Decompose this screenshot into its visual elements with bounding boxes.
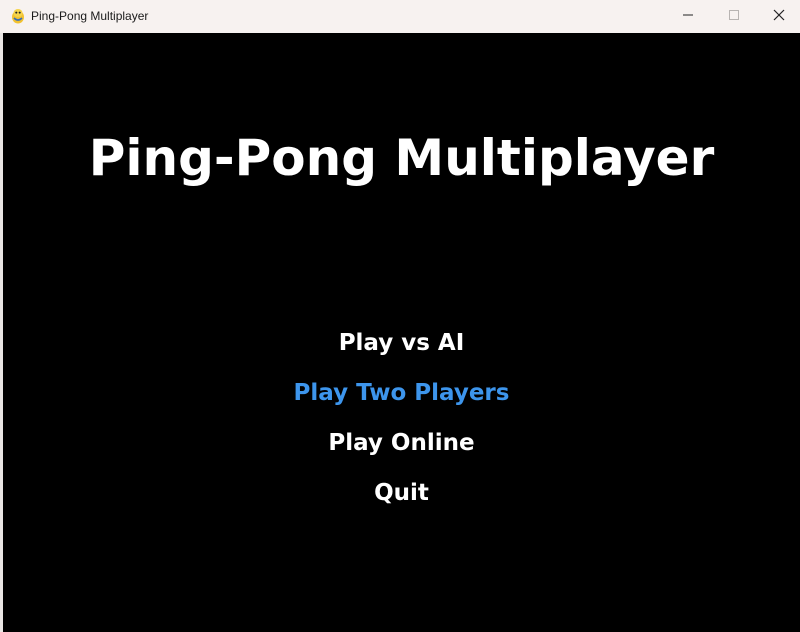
maximize-button[interactable] (711, 0, 757, 33)
minimize-icon (682, 8, 694, 26)
minimize-button[interactable] (665, 0, 711, 33)
menu-item-play-vs-ai[interactable]: Play vs AI (3, 330, 800, 356)
maximize-icon (728, 8, 740, 26)
title-bar[interactable]: Ping-Pong Multiplayer (0, 0, 800, 33)
game-title: Ping-Pong Multiplayer (88, 129, 715, 187)
window-title: Ping-Pong Multiplayer (31, 9, 149, 23)
app-window: Ping-Pong Multiplayer Ping-Pong Multipla… (0, 0, 800, 632)
menu-item-play-two-players[interactable]: Play Two Players (3, 380, 800, 406)
close-button[interactable] (756, 0, 800, 33)
game-canvas[interactable]: Ping-Pong Multiplayer Play vs AI Play Tw… (3, 33, 800, 632)
menu-item-play-online[interactable]: Play Online (3, 430, 800, 456)
pygame-snake-icon (10, 8, 26, 24)
close-icon (773, 8, 785, 26)
menu-item-quit[interactable]: Quit (3, 480, 800, 506)
